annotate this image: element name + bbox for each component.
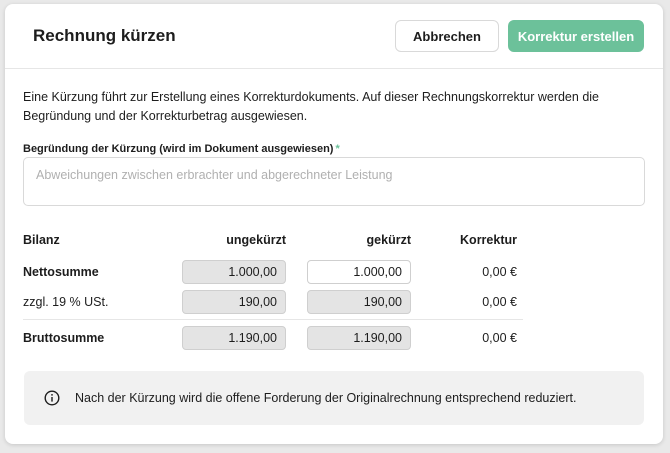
- ust-ungekuerzt-value: 190,00: [182, 290, 286, 314]
- ust-gekuerzt-value: 190,00: [307, 290, 411, 314]
- netto-ungekuerzt-value: 1.000,00: [182, 260, 286, 284]
- brutto-korrektur-value: 0,00 €: [482, 331, 517, 345]
- netto-korrektur-value: 0,00 €: [482, 265, 517, 279]
- invoice-shorten-dialog: Rechnung kürzen Abbrechen Korrektur erst…: [5, 4, 663, 444]
- row-label-ust: zzgl. 19 % USt.: [23, 295, 109, 309]
- column-header-ungekuerzt: ungekürzt: [226, 233, 286, 247]
- info-circle-icon: [44, 390, 60, 406]
- create-correction-button[interactable]: Korrektur erstellen: [508, 20, 644, 52]
- column-header-bilanz: Bilanz: [23, 233, 60, 247]
- cancel-button[interactable]: Abbrechen: [395, 20, 499, 52]
- info-notice: Nach der Kürzung wird die offene Forderu…: [24, 371, 644, 425]
- column-header-korrektur: Korrektur: [460, 233, 517, 247]
- ust-korrektur-value: 0,00 €: [482, 295, 517, 309]
- netto-gekuerzt-input[interactable]: [307, 260, 411, 284]
- row-label-bruttosumme: Bruttosumme: [23, 331, 105, 345]
- reason-input[interactable]: [23, 157, 645, 206]
- dialog-header: Rechnung kürzen Abbrechen Korrektur erst…: [5, 4, 663, 69]
- info-text: Nach der Kürzung wird die offene Forderu…: [75, 391, 577, 405]
- intro-text: Eine Kürzung führt zur Erstellung eines …: [23, 90, 599, 123]
- row-label-nettosumme: Nettosumme: [23, 265, 99, 279]
- brutto-gekuerzt-value: 1.190,00: [307, 326, 411, 350]
- reason-label: Begründung der Kürzung (wird im Dokument…: [23, 143, 340, 155]
- column-header-gekuerzt: gekürzt: [366, 233, 411, 247]
- required-marker: *: [335, 143, 340, 155]
- table-divider: [23, 319, 523, 320]
- dialog-title: Rechnung kürzen: [33, 26, 176, 45]
- brutto-ungekuerzt-value: 1.190,00: [182, 326, 286, 350]
- reason-label-text: Begründung der Kürzung (wird im Dokument…: [23, 143, 334, 155]
